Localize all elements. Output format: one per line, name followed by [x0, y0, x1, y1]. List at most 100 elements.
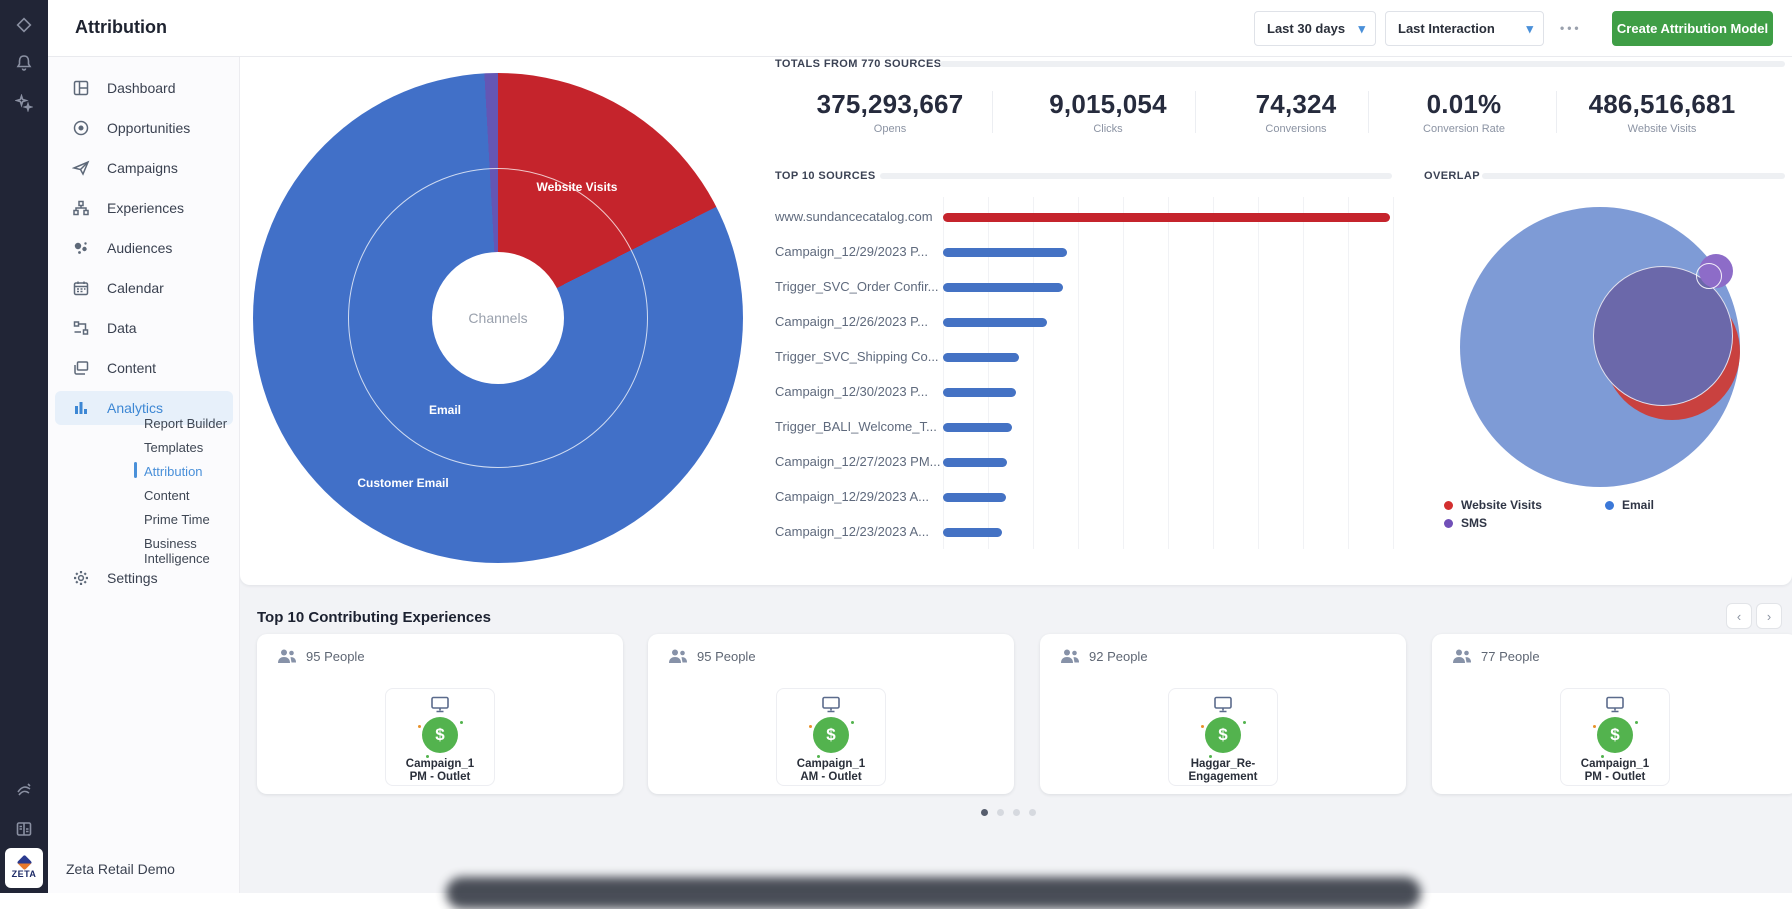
- main-content: Channels Website Visits Email Customer E…: [240, 57, 1792, 893]
- source-row-label[interactable]: Campaign_12/29/2023 A...: [775, 489, 943, 504]
- experience-card[interactable]: 95 People $ Campaign_1 PM - Outlet: [257, 634, 623, 794]
- signal-icon[interactable]: [0, 772, 48, 806]
- stacked-pages-icon: [55, 359, 107, 377]
- page-dot[interactable]: [1013, 809, 1020, 816]
- experience-tile[interactable]: $ Haggar_Re- Engagement: [1168, 688, 1278, 786]
- audience-cluster-icon: [55, 239, 107, 257]
- legend-label: Website Visits: [1461, 498, 1542, 512]
- page-dot-active[interactable]: [981, 809, 988, 816]
- legend-email[interactable]: Email: [1605, 498, 1654, 512]
- source-row-label[interactable]: Campaign_12/27/2023 PM...: [775, 454, 943, 469]
- source-bar[interactable]: [943, 213, 1390, 222]
- workspace-name[interactable]: Zeta Retail Demo: [66, 861, 175, 877]
- totals-track: [940, 61, 1785, 67]
- notifications-bell-icon[interactable]: [0, 46, 48, 80]
- zeta-logo[interactable]: ZETA: [5, 848, 43, 888]
- paper-plane-icon: [55, 159, 107, 177]
- dollar-glyph: $: [1610, 725, 1619, 745]
- venn-intersection-outline: [1696, 263, 1722, 289]
- subnav-content[interactable]: Content: [144, 488, 190, 503]
- source-bar[interactable]: [943, 423, 1012, 432]
- metric-label: Conversion Rate: [1354, 123, 1574, 135]
- sidebar-item-experiences[interactable]: Experiences: [55, 191, 233, 225]
- source-bar[interactable]: [943, 388, 1016, 397]
- experience-card[interactable]: 92 People $ Haggar_Re- Engagement: [1040, 634, 1406, 794]
- monitor-icon: [1605, 696, 1625, 713]
- zeta-diamond-logo-icon[interactable]: [0, 8, 48, 42]
- page-dot[interactable]: [997, 809, 1004, 816]
- sparkles-icon[interactable]: [0, 86, 48, 120]
- more-options-icon[interactable]: •••: [1560, 21, 1582, 35]
- sidebar-item-label: Data: [107, 320, 137, 336]
- sidebar-item-settings[interactable]: Settings: [55, 561, 233, 595]
- subnav-prime-time[interactable]: Prime Time: [144, 512, 210, 527]
- experience-label-line2: AM - Outlet: [797, 771, 865, 784]
- experience-tile[interactable]: $ Campaign_1 PM - Outlet: [1560, 688, 1670, 786]
- source-row-label[interactable]: Trigger_SVC_Shipping Co...: [775, 349, 943, 364]
- source-row-label[interactable]: Trigger_BALI_Welcome_T...: [775, 419, 943, 434]
- monitor-icon: [821, 696, 841, 713]
- page-dot[interactable]: [1029, 809, 1036, 816]
- source-row-label[interactable]: www.sundancecatalog.com: [775, 209, 943, 224]
- source-bar[interactable]: [943, 248, 1067, 257]
- sidebar-item-campaigns[interactable]: Campaigns: [55, 151, 233, 185]
- experience-label-line2: PM - Outlet: [406, 771, 474, 784]
- date-range-select[interactable]: Last 30 days ▾: [1254, 11, 1376, 46]
- calendar-icon: [55, 279, 107, 297]
- legend-website-visits[interactable]: Website Visits: [1444, 498, 1542, 512]
- source-row-label[interactable]: Campaign_12/23/2023 A...: [775, 524, 943, 539]
- source-bar[interactable]: [943, 283, 1063, 292]
- sidebar-item-label: Dashboard: [107, 80, 176, 96]
- create-attribution-model-button[interactable]: Create Attribution Model: [1612, 11, 1773, 46]
- totals-heading: TOTALS FROM 770 SOURCES: [775, 58, 941, 70]
- top-sources-track: [880, 173, 1392, 179]
- subnav-attribution[interactable]: Attribution: [144, 464, 203, 479]
- legend-dot: [1444, 519, 1453, 528]
- slice-label-website-visits: Website Visits: [537, 180, 618, 194]
- experience-label-line1: Haggar_Re-: [1188, 758, 1257, 771]
- sidebar-item-calendar[interactable]: Calendar: [55, 271, 233, 305]
- sidebar-item-opportunities[interactable]: Opportunities: [55, 111, 233, 145]
- sidebar-item-data[interactable]: Data: [55, 311, 233, 345]
- legend-label: Email: [1622, 498, 1654, 512]
- source-bar[interactable]: [943, 318, 1047, 327]
- people-icon: [1452, 649, 1472, 664]
- people-icon: [1060, 649, 1080, 664]
- experience-tile[interactable]: $ Campaign_1 PM - Outlet: [385, 688, 495, 786]
- attribution-model-select[interactable]: Last Interaction ▾: [1385, 11, 1544, 46]
- source-bar[interactable]: [943, 353, 1019, 362]
- metric-divider: [1368, 91, 1369, 133]
- subnav-report-builder[interactable]: Report Builder: [144, 416, 227, 431]
- experiences-next-button[interactable]: ›: [1756, 603, 1782, 629]
- source-bar[interactable]: [943, 493, 1006, 502]
- source-row-label[interactable]: Campaign_12/30/2023 P...: [775, 384, 943, 399]
- legend-dot: [1605, 501, 1614, 510]
- source-row-label[interactable]: Trigger_SVC_Order Confir...: [775, 279, 943, 294]
- glossary-book-icon[interactable]: [0, 812, 48, 846]
- conversion-dollar-icon: $: [422, 717, 458, 753]
- experiences-prev-button[interactable]: ‹: [1726, 603, 1752, 629]
- experience-card[interactable]: 95 People $ Campaign_1 AM - Outlet: [648, 634, 1014, 794]
- source-row-label[interactable]: Campaign_12/26/2023 P...: [775, 314, 943, 329]
- source-bar[interactable]: [943, 528, 1002, 537]
- source-bar[interactable]: [943, 458, 1007, 467]
- sidebar-item-dashboard[interactable]: Dashboard: [55, 71, 233, 105]
- experience-label-line2: PM - Outlet: [1581, 771, 1649, 784]
- top-sources-heading: TOP 10 SOURCES: [775, 170, 876, 182]
- legend-label: SMS: [1461, 516, 1487, 530]
- experience-card[interactable]: 77 People $ Campaign_1 PM - Outlet: [1432, 634, 1792, 794]
- experience-tile[interactable]: $ Campaign_1 AM - Outlet: [776, 688, 886, 786]
- subnav-templates[interactable]: Templates: [144, 440, 203, 455]
- legend-sms[interactable]: SMS: [1444, 516, 1487, 530]
- people-count-label: 92 People: [1089, 649, 1148, 664]
- sidebar-item-audiences[interactable]: Audiences: [55, 231, 233, 265]
- monitor-icon: [1213, 696, 1233, 713]
- conversion-dollar-icon: $: [1597, 717, 1633, 753]
- pagination-dots[interactable]: [981, 809, 1036, 816]
- people-icon: [277, 649, 297, 664]
- source-row-label[interactable]: Campaign_12/29/2023 P...: [775, 244, 943, 259]
- gear-icon: [55, 569, 107, 587]
- sidebar-item-content[interactable]: Content: [55, 351, 233, 385]
- metric-value: 375,293,667: [780, 89, 1000, 120]
- sunburst-center-label: Channels: [432, 252, 564, 384]
